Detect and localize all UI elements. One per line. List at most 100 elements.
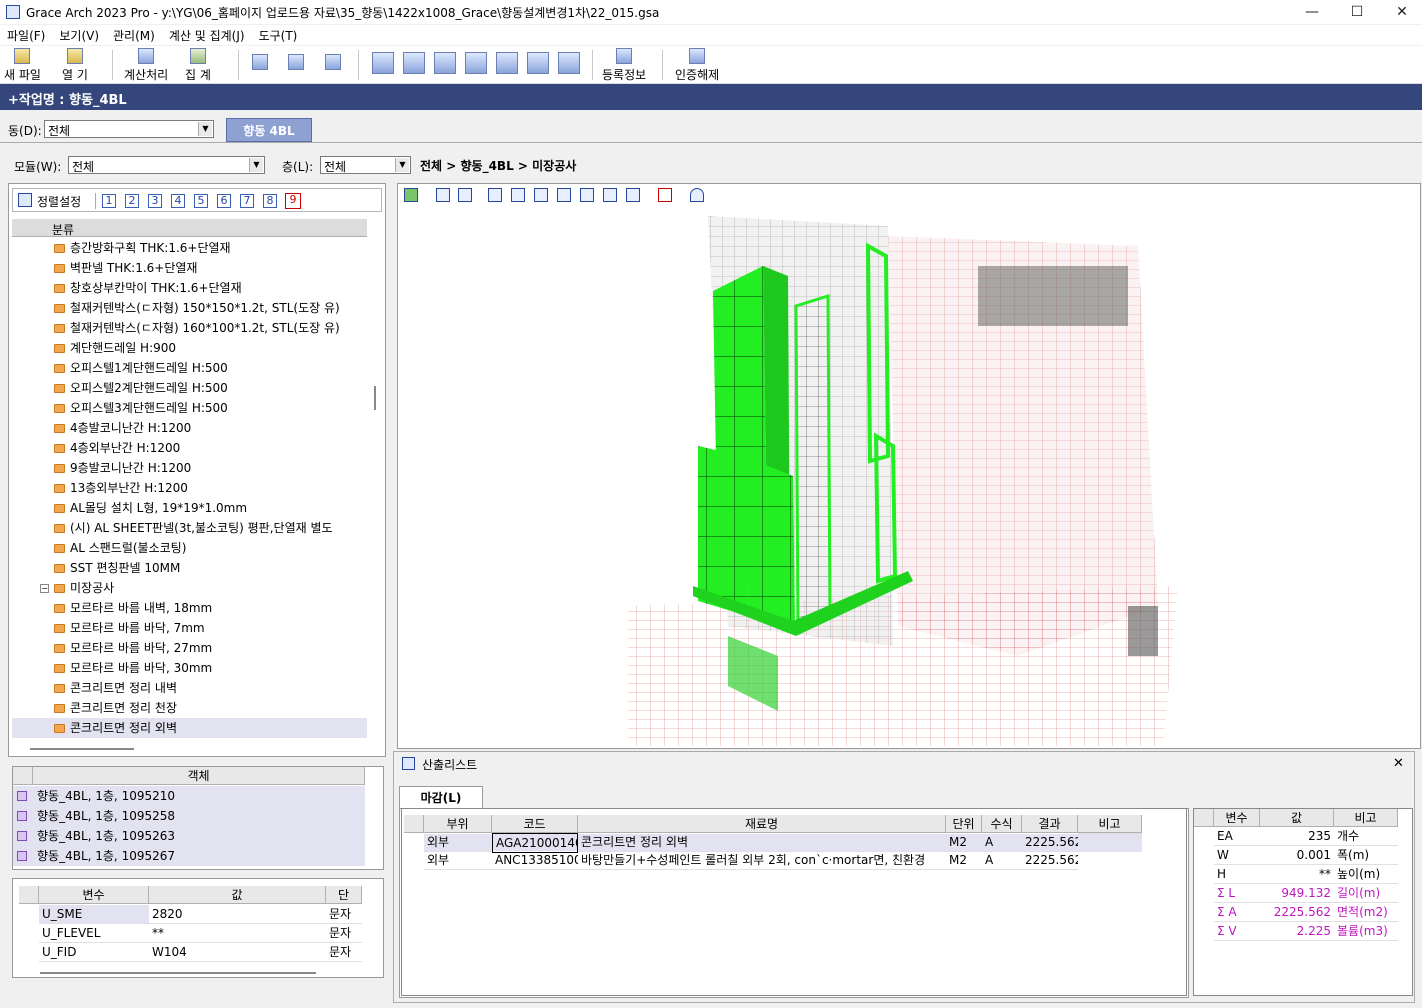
calc-close-button[interactable]: ✕ bbox=[1393, 756, 1404, 771]
cube-back-icon[interactable] bbox=[511, 188, 525, 202]
calc-button[interactable]: 계산처리 bbox=[124, 48, 168, 83]
qvar-value[interactable]: 0.001 bbox=[1260, 846, 1334, 865]
object-row[interactable]: 향동_4BL, 1층, 1095210 bbox=[13, 786, 365, 806]
object-row[interactable]: 향동_4BL, 1층, 1095263 bbox=[13, 826, 365, 846]
tool-button-3[interactable] bbox=[434, 52, 456, 76]
level-button-5[interactable]: 5 bbox=[194, 194, 208, 208]
tree-item-selected[interactable]: 콘크리트면 정리 외벽 bbox=[12, 718, 367, 738]
total-button[interactable]: 집 계 bbox=[185, 48, 211, 83]
tree-item[interactable]: 층간방화구획 THK:1.6+단열재 bbox=[12, 238, 367, 258]
tool-button-6[interactable] bbox=[527, 52, 549, 76]
level-button-9[interactable]: 9 bbox=[285, 193, 301, 209]
qvar-name: EA bbox=[1214, 827, 1260, 846]
tree-item[interactable]: SST 편칭판넬 10MM bbox=[12, 558, 367, 578]
render-icon[interactable] bbox=[404, 188, 418, 202]
minimize-button[interactable]: — bbox=[1290, 0, 1334, 24]
calc-list-icon bbox=[402, 757, 415, 770]
tree-item[interactable]: 콘크리트면 정리 천장 bbox=[12, 698, 367, 718]
tool-button-1[interactable] bbox=[372, 52, 394, 76]
cube-top-icon[interactable] bbox=[580, 188, 594, 202]
tree-item[interactable]: 모르타르 바름 바닥, 27mm bbox=[12, 638, 367, 658]
tree-item[interactable]: 모르타르 바름 바닥, 30mm bbox=[12, 658, 367, 678]
tree-item[interactable]: 오피스텔1계단핸드레일 H:500 bbox=[12, 358, 367, 378]
tree-item[interactable]: 창호상부칸막이 THK:1.6+단열재 bbox=[12, 278, 367, 298]
list-icon[interactable] bbox=[658, 188, 672, 202]
level-button-8[interactable]: 8 bbox=[263, 194, 277, 208]
maximize-button[interactable]: ☐ bbox=[1335, 0, 1379, 24]
cube-left-icon[interactable] bbox=[534, 188, 548, 202]
folder-icon bbox=[54, 424, 65, 433]
tree-item[interactable]: 4층외부난간 H:1200 bbox=[12, 438, 367, 458]
object-row[interactable]: 향동_4BL, 1층, 1095258 bbox=[13, 806, 365, 826]
tree-item[interactable]: 오피스텔2계단핸드레일 H:500 bbox=[12, 378, 367, 398]
tree-item[interactable]: 모르타르 바름 바닥, 7mm bbox=[12, 618, 367, 638]
tree-item-plaster[interactable]: 미장공사 bbox=[12, 578, 367, 598]
qvar-value[interactable]: 235 bbox=[1260, 827, 1334, 846]
module-select[interactable]: 전체 ▼ bbox=[68, 156, 265, 174]
tree-item[interactable]: 9층발코니난간 H:1200 bbox=[12, 458, 367, 478]
tree-scrollbar[interactable] bbox=[369, 238, 379, 738]
tool-button-4[interactable] bbox=[465, 52, 487, 76]
chevron-down-icon: ▼ bbox=[198, 122, 212, 136]
tree-item[interactable]: 계단핸드레일 H:900 bbox=[12, 338, 367, 358]
module-label: 모듈(W): bbox=[14, 160, 62, 174]
cube-front-icon[interactable] bbox=[488, 188, 502, 202]
tree-item[interactable]: (시) AL SHEET판넬(3t,불소코팅) 평판,단열재 별도 bbox=[12, 518, 367, 538]
dong-select[interactable]: 전체 ▼ bbox=[44, 120, 214, 138]
tree-hscrollbar[interactable] bbox=[30, 748, 134, 750]
tool-button-2[interactable] bbox=[403, 52, 425, 76]
tree-item[interactable]: 오피스텔3계단핸드레일 H:500 bbox=[12, 398, 367, 418]
tree-item[interactable]: 4층발코니난간 H:1200 bbox=[12, 418, 367, 438]
tree-item[interactable]: AL몰딩 설치 L형, 19*19*1.0mm bbox=[12, 498, 367, 518]
level-button-1[interactable]: 1 bbox=[102, 194, 116, 208]
level-button-6[interactable]: 6 bbox=[217, 194, 231, 208]
level-button-4[interactable]: 4 bbox=[171, 194, 185, 208]
sort-settings-button[interactable]: 정렬설정 bbox=[37, 193, 81, 210]
cube-iso-icon[interactable] bbox=[603, 188, 617, 202]
tool-button-7[interactable] bbox=[558, 52, 580, 76]
close-button[interactable]: ✕ bbox=[1380, 0, 1422, 24]
orbit-icon[interactable] bbox=[436, 188, 450, 202]
var-hscrollbar[interactable] bbox=[40, 972, 316, 974]
registration-button[interactable]: 등록정보 bbox=[602, 48, 646, 83]
open-button[interactable]: 열 기 bbox=[62, 48, 88, 83]
view-button-1[interactable] bbox=[252, 54, 268, 72]
zoom-icon bbox=[288, 54, 304, 70]
tree-item[interactable]: 모르타르 바름 내벽, 18mm bbox=[12, 598, 367, 618]
view-button-2[interactable] bbox=[288, 54, 304, 72]
tree-item[interactable]: 벽판넬 THK:1.6+단열재 bbox=[12, 258, 367, 278]
menu-file[interactable]: 파일(F) bbox=[0, 27, 52, 44]
level-button-3[interactable]: 3 bbox=[148, 194, 162, 208]
cube-right-icon[interactable] bbox=[557, 188, 571, 202]
cube-iso2-icon[interactable] bbox=[626, 188, 640, 202]
tab-finish[interactable]: 마감(L) bbox=[399, 786, 483, 809]
menu-tools[interactable]: 도구(T) bbox=[252, 27, 305, 44]
floor-select[interactable]: 전체 ▼ bbox=[320, 156, 411, 174]
hierarchy-icon[interactable] bbox=[458, 188, 472, 202]
tree-item[interactable]: 콘크리트면 정리 내벽 bbox=[12, 678, 367, 698]
dong-tab[interactable]: 향동 4BL bbox=[226, 118, 312, 142]
unauth-button[interactable]: 인증해제 bbox=[675, 48, 719, 83]
folder-icon bbox=[54, 504, 65, 513]
var-value[interactable]: 2820 bbox=[149, 905, 326, 924]
tree-item[interactable]: AL 스팬드럴(불소코팅) bbox=[12, 538, 367, 558]
menu-calc[interactable]: 계산 및 집계(J) bbox=[162, 27, 252, 44]
tree-item[interactable]: 13층외부난간 H:1200 bbox=[12, 478, 367, 498]
object-row[interactable]: 향동_4BL, 1층, 1095267 bbox=[13, 846, 365, 866]
var-value[interactable]: ** bbox=[149, 924, 326, 943]
menu-manage[interactable]: 관리(M) bbox=[106, 27, 162, 44]
new-file-button[interactable]: 새 파일 bbox=[4, 48, 41, 83]
menu-view[interactable]: 보기(V) bbox=[52, 27, 106, 44]
qvar-value[interactable]: ** bbox=[1260, 865, 1334, 884]
tree-item[interactable]: 철재커텐박스(ㄷ자형) 160*100*1.2t, STL(도장 유) bbox=[12, 318, 367, 338]
sum-length-value: 949.132 bbox=[1260, 884, 1334, 903]
view-button-3[interactable] bbox=[325, 54, 341, 72]
calc-code[interactable]: ANC133851000 bbox=[492, 851, 578, 870]
shade-icon[interactable] bbox=[690, 188, 704, 202]
tree-item[interactable]: 철재커텐박스(ㄷ자형) 150*150*1.2t, STL(도장 유) bbox=[12, 298, 367, 318]
tool-button-5[interactable] bbox=[496, 52, 518, 76]
level-button-2[interactable]: 2 bbox=[125, 194, 139, 208]
level-button-7[interactable]: 7 bbox=[240, 194, 254, 208]
calc-code[interactable]: AGA210001403 bbox=[492, 833, 578, 853]
var-value[interactable]: W104 bbox=[149, 943, 326, 962]
